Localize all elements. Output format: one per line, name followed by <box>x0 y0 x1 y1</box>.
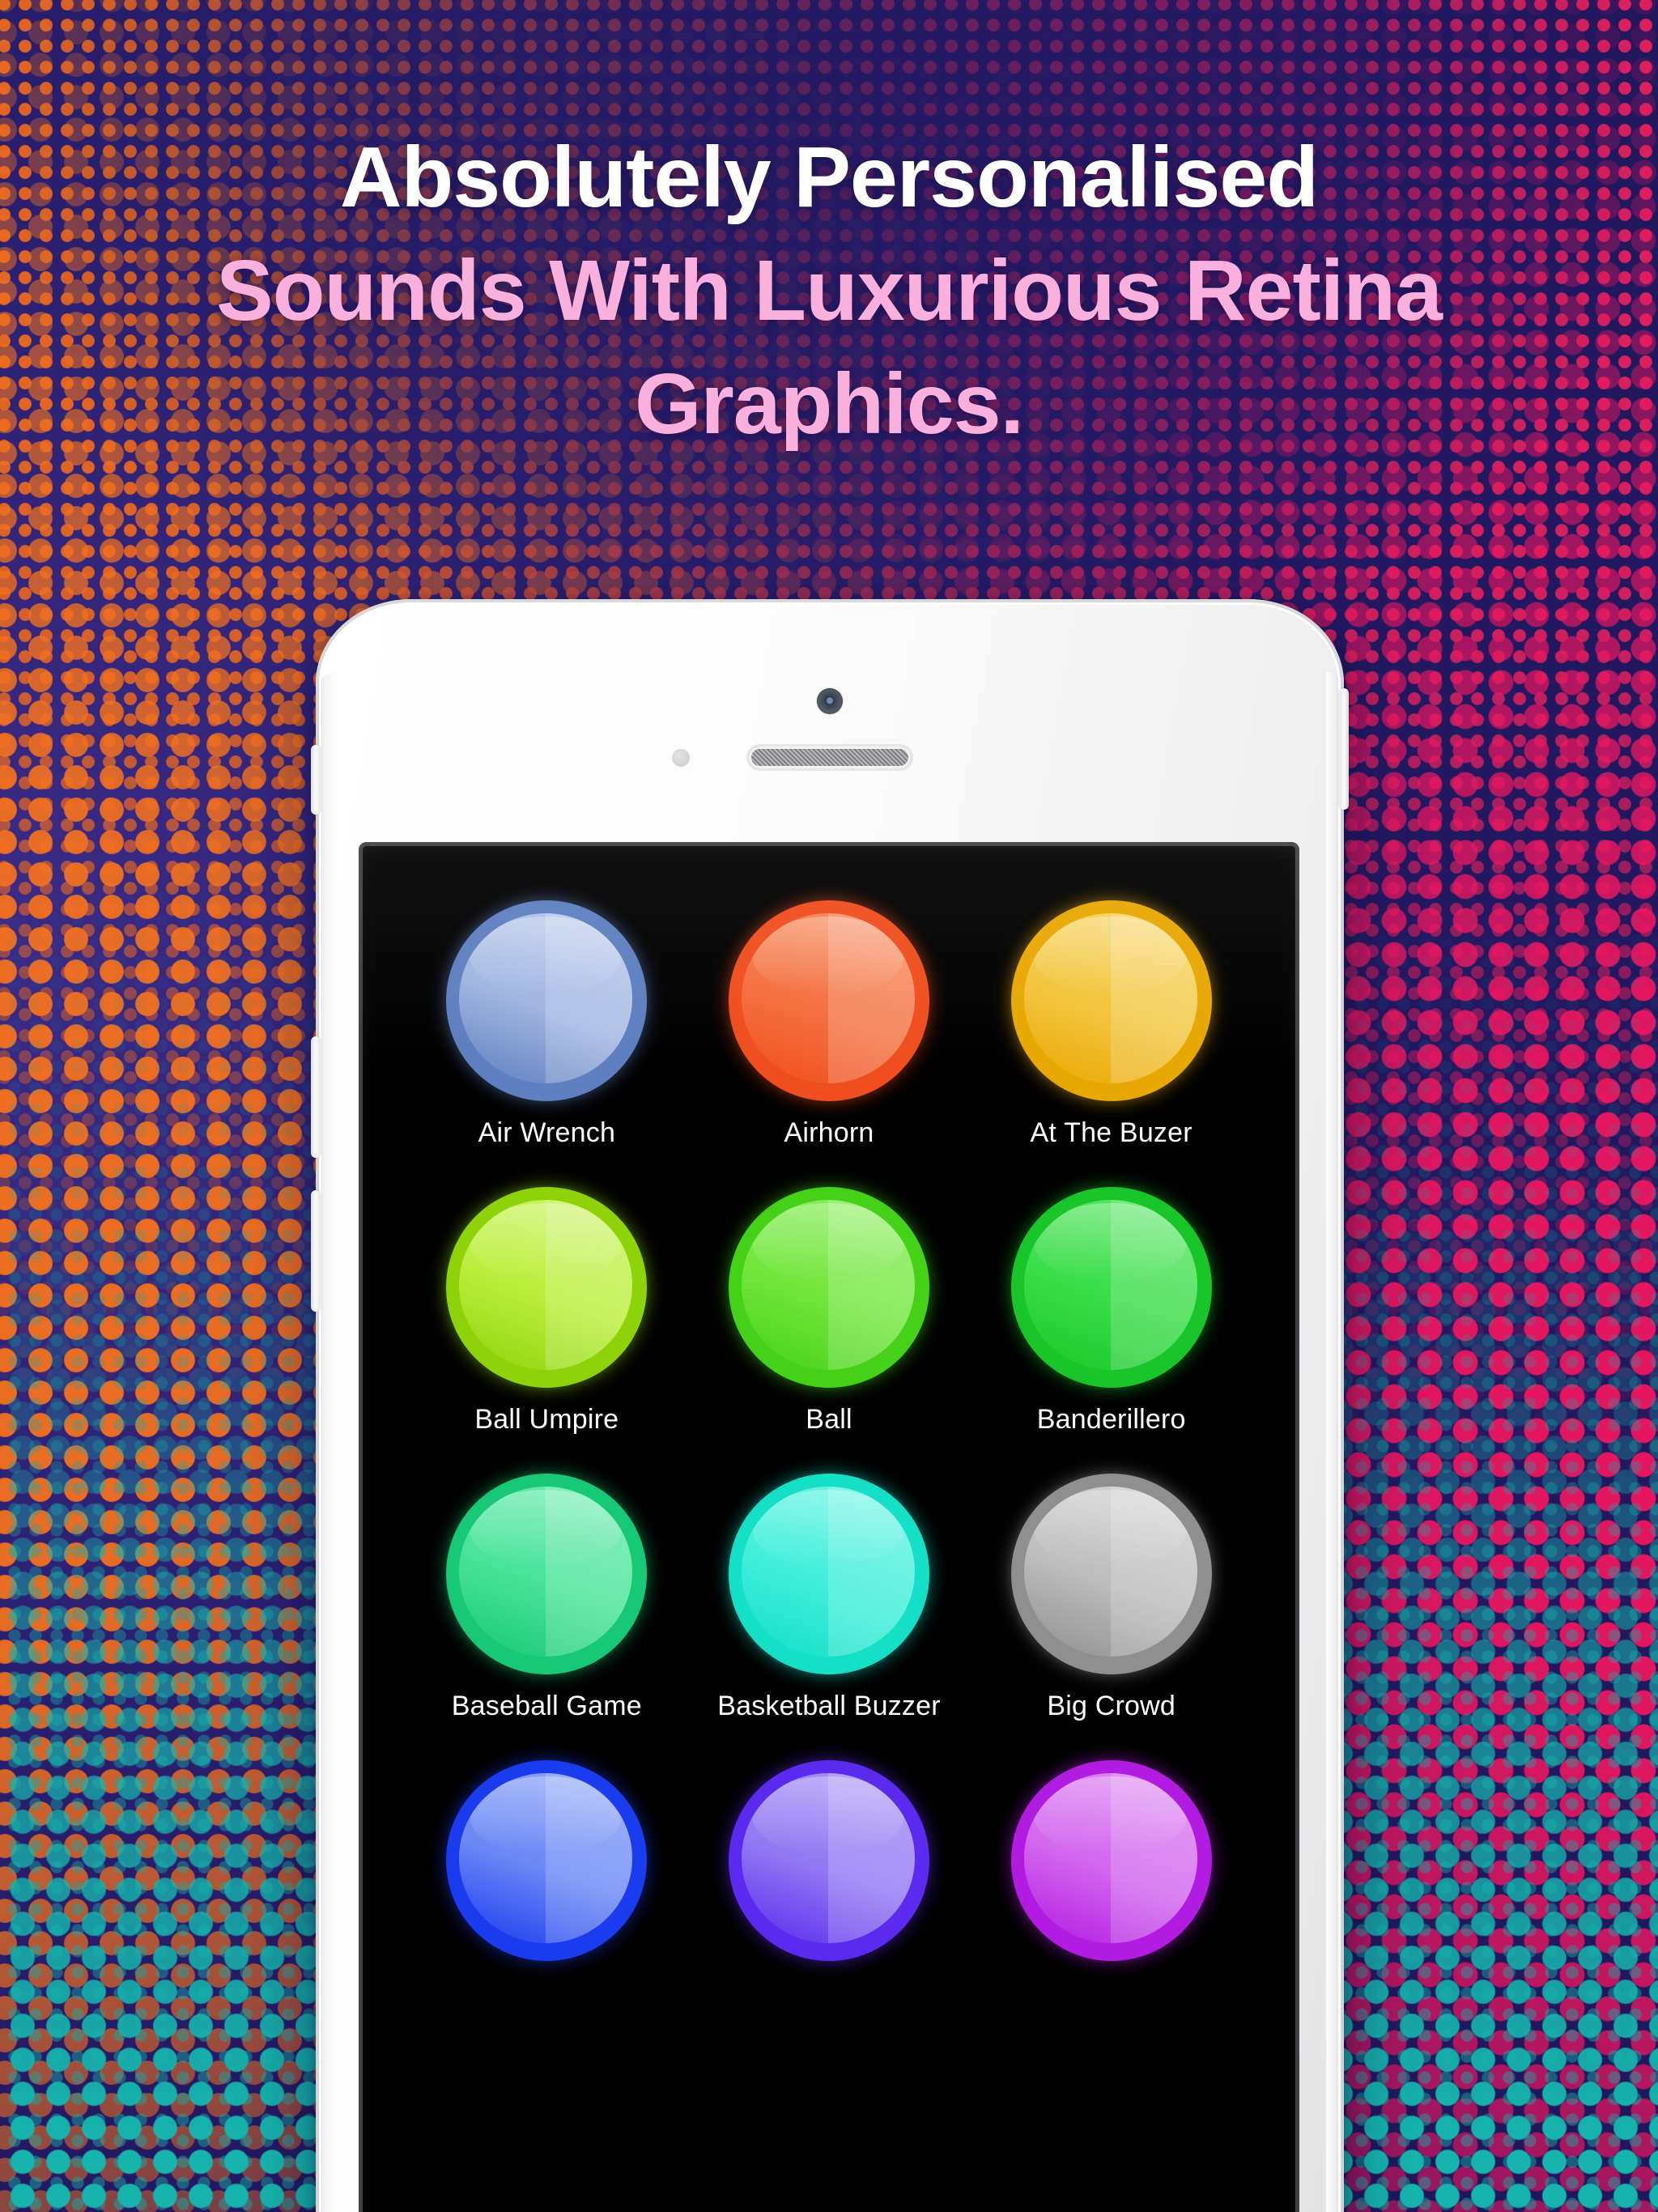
sound-cell <box>970 1760 1252 1961</box>
sound-button-face <box>459 913 633 1083</box>
sound-button[interactable] <box>446 900 648 1101</box>
phone-left-rail <box>316 672 337 2212</box>
sound-button-face <box>1023 1773 1197 1943</box>
sound-button[interactable] <box>1010 1474 1212 1674</box>
volume-up-button[interactable] <box>311 1036 321 1158</box>
sound-cell: Big Crowd <box>970 1474 1252 1720</box>
headline-line-2: Sounds With Luxurious Retina <box>216 242 1443 338</box>
sound-button[interactable] <box>728 1474 929 1674</box>
sound-button[interactable] <box>446 1187 648 1388</box>
sound-button-label: Basketball Buzzer <box>717 1691 941 1721</box>
sound-button-label: Ball Umpire <box>474 1404 619 1435</box>
headline-block: Absolutely Personalised Sounds With Luxu… <box>0 121 1658 462</box>
sound-cell <box>688 1760 971 1961</box>
sound-button-label: Air Wrench <box>478 1117 616 1148</box>
proximity-sensor-icon <box>672 749 690 767</box>
sound-button-grid: Air Wrench Airhorn At The Buzer Ball Umpire… <box>359 842 1299 1961</box>
sound-button[interactable] <box>446 1474 648 1674</box>
headline-line-3: Graphics. <box>635 355 1024 452</box>
sound-button-face <box>459 1200 633 1370</box>
sound-cell <box>406 1760 688 1961</box>
sound-button[interactable] <box>446 1760 648 1961</box>
volume-down-button[interactable] <box>311 1190 321 1312</box>
sound-button-face <box>459 1487 633 1657</box>
power-button[interactable] <box>1339 688 1349 810</box>
sound-cell: At The Buzer <box>970 900 1252 1146</box>
sound-cell: Banderillero <box>970 1187 1252 1433</box>
sound-cell: Ball Umpire <box>406 1187 688 1433</box>
sound-cell: Basketball Buzzer <box>688 1474 971 1720</box>
sound-button-label: At The Buzer <box>1030 1117 1192 1148</box>
sound-button[interactable] <box>1010 1760 1212 1961</box>
sound-button-label: Airhorn <box>784 1117 874 1148</box>
sound-button-label: Big Crowd <box>1047 1691 1175 1721</box>
sound-button-face <box>1023 913 1197 1083</box>
sound-button[interactable] <box>728 900 929 1101</box>
sound-button[interactable] <box>1010 1187 1212 1388</box>
app-store-screenshot: Absolutely Personalised Sounds With Luxu… <box>0 0 1658 2212</box>
sound-button-face <box>459 1773 633 1943</box>
speaker-grille-icon <box>749 747 911 768</box>
sound-cell: Airhorn <box>688 900 971 1146</box>
sound-button-face <box>741 913 915 1083</box>
sound-button-label: Banderillero <box>1036 1404 1186 1435</box>
phone-right-rail <box>1326 672 1344 2212</box>
sound-button[interactable] <box>1010 900 1212 1101</box>
sound-cell: Air Wrench <box>406 900 688 1146</box>
sound-button-face <box>1023 1200 1197 1370</box>
sound-button-face <box>741 1487 915 1657</box>
headline-line-1: Absolutely Personalised <box>339 130 1319 225</box>
sound-button[interactable] <box>728 1760 929 1961</box>
sound-button-label: Baseball Game <box>451 1691 642 1721</box>
sound-cell: Baseball Game <box>406 1474 688 1720</box>
mute-switch[interactable] <box>311 745 321 815</box>
sound-button[interactable] <box>728 1187 929 1388</box>
sound-button-face <box>741 1773 915 1943</box>
phone-screen: Air Wrench Airhorn At The Buzer Ball Umpire… <box>359 842 1299 2212</box>
iphone-mockup: Air Wrench Airhorn At The Buzer Ball Umpire… <box>311 599 1349 2212</box>
sound-button-face <box>1023 1487 1197 1657</box>
sound-button-label: Ball <box>806 1404 852 1435</box>
sound-cell: Ball <box>688 1187 971 1433</box>
camera-icon <box>817 688 843 714</box>
sound-button-face <box>741 1200 915 1370</box>
